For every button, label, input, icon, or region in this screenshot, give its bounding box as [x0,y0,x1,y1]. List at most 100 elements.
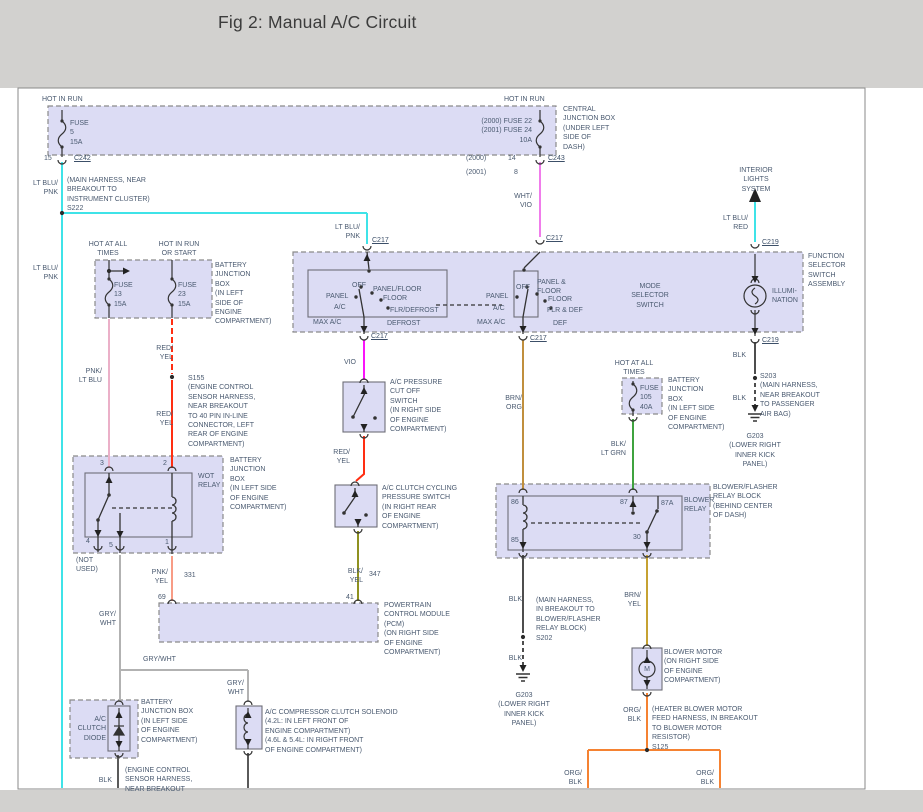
wire-label-lt-blu-pnk-1: LT BLU/ PNK [28,179,58,198]
wire-label-vio: VIO [330,358,356,367]
wot-pin-5: 5 [109,541,113,550]
splice-s155-note: S155 (ENGINE CONTROL SENSOR HARNESS, NEA… [188,374,255,449]
hot-in-run-or-start: HOT IN RUN OR START [148,240,210,259]
splice-s202-note: (MAIN HARNESS, IN BREAKOUT TO BLOWER/FLA… [536,596,601,643]
pin-8: 8 [514,168,518,177]
ac-clutch-diode-label: A/C CLUTCH DIODE [76,715,106,743]
wot-pin-1: 1 [165,538,169,547]
hot-at-all-times-2: HOT AT ALL TIMES [603,359,665,378]
motor-m: M [641,665,653,674]
pos-flr-def-right: FLR & DEF [547,306,583,315]
fuse13-branch-dot [107,269,111,273]
connector-c217-center-top[interactable]: C217 [546,234,563,243]
blower-motor-label: BLOWER MOTOR (ON RIGHT SIDE OF ENGINE CO… [664,648,722,686]
pos-defrost-left: DEFROST [387,319,420,328]
wire-label-blk-diode: BLK [84,776,112,785]
wot-pin-3: 3 [100,459,104,468]
fuse-23-label: FUSE 23 15A [178,281,197,309]
connector-c217-right-bottom[interactable]: C217 [530,334,547,343]
not-used: (NOT USED) [76,556,98,575]
connector-c217-left-bottom[interactable]: C217 [371,332,388,341]
pin-15: 15 [44,154,52,163]
wire-label-brn-yel: BRN/ YEL [611,591,641,610]
blower-relay-label: BLOWER RELAY [684,496,714,515]
wire-label-pnk-yel: PNK/ YEL [138,568,168,587]
wire-label-gry-wht-3: GRY/ WHT [214,679,244,698]
hot-in-run-left: HOT IN RUN [42,95,83,104]
ac-pressure-cutoff-label: A/C PRESSURE CUT OFF SWITCH (IN RIGHT SI… [390,378,447,434]
pos-floor-left: FLOOR [383,294,407,303]
wire-label-blk-relay-1: BLK [494,595,522,604]
wire-label-gry-wht-1: GRY/ WHT [86,610,116,629]
splice-s125 [645,748,649,752]
splice-s202 [521,635,525,639]
connector-c219-top[interactable]: C219 [762,238,779,247]
wire-label-brn-org: BRN/ ORG [492,394,522,413]
mode-selector-label: MODE SELECTOR SWITCH [617,282,683,310]
ac-cycling-switch-label: A/C CLUTCH CYCLING PRESSURE SWITCH (IN R… [382,484,457,531]
relay-pin-87: 87 [620,498,628,507]
ground-g203-left: G203 (LOWER RIGHT INNER KICK PANEL) [483,691,565,729]
wire-label-org-blk-3: ORG/ BLK [684,769,714,788]
pos-flr-defrost-left: FLR/DEFROST [390,306,439,315]
battery-junction-box-4-label: BATTERY JUNCTION BOX (IN LEFT SIDE OF EN… [141,698,198,745]
illumination-label: ILLUMI- NATION [772,287,798,306]
connector-c242[interactable]: C242 [74,154,91,163]
pos-max-ac-right: MAX A/C [477,318,505,327]
connector-c219-bottom[interactable]: C219 [762,336,779,345]
relay-pin-30: 30 [633,533,641,542]
pos-off-right: OFF [516,283,530,292]
pos-ac-left: A/C [334,303,346,312]
year-2001: (2001) [466,168,486,177]
year-2000: (2000) [466,154,486,163]
wire-label-org-blk-1: ORG/ BLK [611,706,641,725]
fuse-5-label: FUSE 5 15A [70,119,89,147]
wire-label-org-blk-2: ORG/ BLK [552,769,582,788]
pos-panel-right: PANEL [486,292,508,301]
splice-s222-note: (MAIN HARNESS, NEAR BREAKOUT TO INSTRUME… [67,176,150,214]
splice-s203 [753,376,757,380]
pos-off-left: OFF [352,281,366,290]
splice-s222 [60,211,64,215]
wire-label-red-yel-1: RED/ YEL [143,344,173,363]
battery-junction-box-1-label: BATTERY JUNCTION BOX (IN LEFT SIDE OF EN… [215,261,272,327]
ac-compressor-solenoid-label: A/C COMPRESSOR CLUTCH SOLENOID (4.2L: IN… [265,708,398,755]
wot-pin-2: 2 [163,459,167,468]
box-pcm [159,603,378,642]
wot-pin-4: 4 [86,537,90,546]
relay-pin-85: 85 [511,536,519,545]
central-junction-box-label: CENTRAL JUNCTION BOX (UNDER LEFT SIDE OF… [563,105,615,152]
relay-pin-87a: 87A [661,499,673,508]
connector-c243[interactable]: C243 [548,154,565,163]
relay-pin-86: 86 [511,498,519,507]
wire-label-lt-blu-red: LT BLU/ RED [716,214,748,233]
connector-c217-left-top[interactable]: C217 [372,236,389,245]
pcm-label: POWERTRAIN CONTROL MODULE (PCM) (ON RIGH… [384,601,450,657]
circuit-331: 331 [184,571,196,580]
blower-flasher-block-label: BLOWER/FLASHER RELAY BLOCK (BEHIND CENTE… [713,483,778,521]
pcm-pin-69: 69 [158,593,166,602]
function-selector-label: FUNCTION SELECTOR SWITCH ASSEMBLY [808,252,846,290]
wire-label-lt-blu-pnk-2: LT BLU/ PNK [28,264,58,283]
fuse-105-label: FUSE 105 40A [640,384,659,412]
pos-def-right: DEF [553,319,567,328]
pos-ac-right: A/C [493,304,505,313]
battery-junction-box-2-label: BATTERY JUNCTION BOX (IN LEFT SIDE OF EN… [230,456,287,512]
fuse-13-label: FUSE 13 15A [114,281,133,309]
hot-in-run-center: HOT IN RUN [504,95,545,104]
interior-lights-system: INTERIOR LIGHTS SYSTEM [725,166,787,194]
splice-s203-note: S203 (MAIN HARNESS, NEAR BREAKOUT TO PAS… [760,372,820,419]
pcm-pin-41: 41 [346,593,354,602]
pos-panel-floor-left: PANEL/FLOOR [373,285,422,294]
ground-g203-right: G203 (LOWER RIGHT INNER KICK PANEL) [714,432,796,470]
circuit-diagram: HOT IN RUNFUSE 5 15A15C242LT BLU/ PNK(MA… [0,0,923,812]
wire-label-blk-illum-1: BLK [718,351,746,360]
bottom-harness-note: (ENGINE CONTROL SENSOR HARNESS, NEAR BRE… [125,766,192,794]
wire-label-red-yel-3: RED/ YEL [320,448,350,467]
pos-panel-floor-right: PANEL & FLOOR [537,278,566,297]
wire-label-gry-wht-2: GRY/WHT [143,655,176,664]
wire-label-blk-relay-2: BLK [494,654,522,663]
circuit-347: 347 [369,570,381,579]
battery-junction-box-3-label: BATTERY JUNCTION BOX (IN LEFT SIDE OF EN… [668,376,725,432]
wire-label-red-yel-2: RED/ YEL [143,410,173,429]
